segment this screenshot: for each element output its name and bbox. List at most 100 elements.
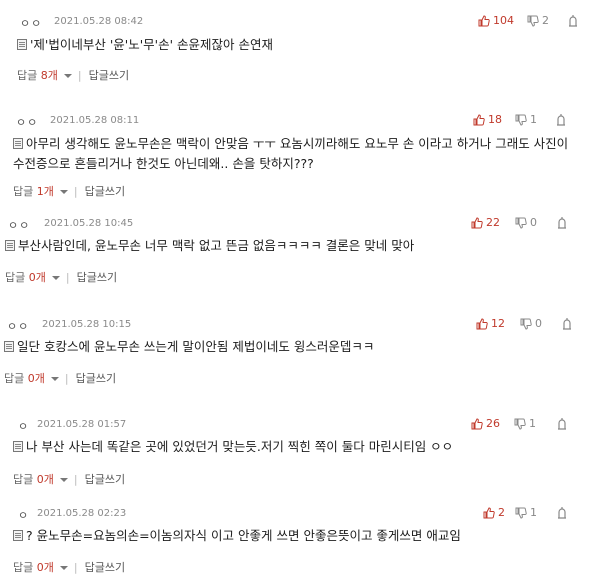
- document-icon: [5, 240, 15, 251]
- like-count: 18: [488, 113, 502, 126]
- dislike-button[interactable]: 1: [515, 506, 537, 519]
- thumbs-down-icon: [515, 507, 527, 519]
- report-icon[interactable]: [556, 417, 568, 431]
- report-icon[interactable]: [555, 113, 567, 127]
- thumbs-up-icon: [478, 14, 490, 26]
- comment-meta: ㅇ 2021.05.28 02:23 2 1: [0, 506, 600, 522]
- divider: |: [77, 68, 82, 82]
- divider: |: [65, 270, 70, 284]
- dislike-button[interactable]: 2: [527, 14, 549, 27]
- reply-count: 0개: [36, 473, 54, 486]
- reply-count: 8개: [40, 69, 58, 82]
- comment-author[interactable]: ㅇㅇ: [16, 114, 38, 130]
- comment-meta: ㅇㅇ 2021.05.28 08:11 18 1: [0, 113, 600, 129]
- comment-author[interactable]: ㅇㅇ: [20, 15, 42, 31]
- thumbs-up-icon: [471, 216, 483, 228]
- like-count: 2: [498, 506, 505, 519]
- write-reply-link[interactable]: 답글쓰기: [89, 67, 129, 83]
- dislike-button[interactable]: 0: [515, 216, 537, 229]
- chevron-down-icon: [50, 377, 59, 381]
- like-button[interactable]: 26: [471, 417, 500, 430]
- thumbs-down-icon: [514, 418, 526, 430]
- like-button[interactable]: 22: [471, 216, 500, 229]
- dislike-count: 1: [530, 506, 537, 519]
- reply-toggle[interactable]: 답글 8개: [17, 67, 78, 83]
- like-count: 104: [493, 14, 514, 27]
- comment-author[interactable]: ㅇㅇ: [8, 217, 30, 233]
- comment-text: '제'법이네부산 '윤'노'무'손' 손윤제잖아 손연재: [17, 35, 273, 55]
- reply-toggle[interactable]: 답글 1개: [13, 183, 74, 199]
- like-button[interactable]: 18: [473, 113, 502, 126]
- comment-text: ? 윤노무손=요놈의손=이놈의자식 이고 안좋게 쓰면 안좋은뜻이고 좋게쓰면 …: [13, 526, 461, 546]
- comment-text: 아무리 생각해도 윤노무손은 맥락이 안맞음 ㅜㅜ 요놈시끼라해도 요노무 손 …: [13, 136, 569, 171]
- comment-date: 2021.05.28 02:23: [37, 508, 127, 519]
- like-button[interactable]: 104: [478, 14, 514, 27]
- report-icon[interactable]: [567, 14, 579, 28]
- like-count: 12: [491, 317, 505, 330]
- dislike-button[interactable]: 1: [515, 113, 537, 126]
- chevron-down-icon: [59, 566, 68, 570]
- thumbs-up-icon: [471, 417, 483, 429]
- reply-count: 0개: [28, 271, 46, 284]
- write-reply-link[interactable]: 답글쓰기: [85, 559, 125, 575]
- comment-author[interactable]: ㅇ: [18, 507, 29, 523]
- divider: |: [73, 472, 78, 486]
- chevron-down-icon: [51, 276, 60, 280]
- reply-toggle[interactable]: 답글 0개: [5, 269, 66, 285]
- divider: |: [73, 560, 78, 574]
- report-icon[interactable]: [556, 506, 568, 520]
- comment-date: 2021.05.28 08:42: [54, 16, 144, 27]
- dislike-button[interactable]: 0: [520, 317, 542, 330]
- dislike-count: 1: [529, 417, 536, 430]
- comment-author[interactable]: ㅇ: [18, 418, 29, 434]
- chevron-down-icon: [59, 190, 68, 194]
- comment-actions: 답글 0개 | 답글쓰기: [13, 559, 125, 575]
- comment-date: 2021.05.28 10:45: [44, 218, 134, 229]
- thumbs-up-icon: [473, 113, 485, 125]
- comment-date: 2021.05.28 01:57: [37, 419, 127, 430]
- reply-count: 1개: [36, 185, 54, 198]
- like-button[interactable]: 2: [483, 506, 505, 519]
- reply-toggle[interactable]: 답글 0개: [13, 471, 74, 487]
- report-icon[interactable]: [561, 317, 573, 331]
- reply-toggle[interactable]: 답글 0개: [4, 370, 65, 386]
- comment-author[interactable]: ㅇㅇ: [7, 318, 29, 334]
- dislike-count: 0: [530, 216, 537, 229]
- document-icon: [17, 39, 27, 50]
- comment-actions: 답글 8개 | 답글쓰기: [17, 67, 129, 83]
- report-icon[interactable]: [556, 216, 568, 230]
- document-icon: [13, 530, 23, 541]
- comment-date: 2021.05.28 10:15: [42, 319, 132, 330]
- comment-actions: 답글 1개 | 답글쓰기: [13, 183, 125, 199]
- write-reply-link[interactable]: 답글쓰기: [85, 471, 125, 487]
- reply-count: 0개: [36, 561, 54, 574]
- reply-toggle[interactable]: 답글 0개: [13, 559, 74, 575]
- comment-date: 2021.05.28 08:11: [50, 115, 140, 126]
- thumbs-up-icon: [476, 317, 488, 329]
- dislike-button[interactable]: 1: [514, 417, 536, 430]
- like-button[interactable]: 12: [476, 317, 505, 330]
- divider: |: [73, 184, 78, 198]
- write-reply-link[interactable]: 답글쓰기: [77, 269, 117, 285]
- dislike-count: 2: [542, 14, 549, 27]
- reply-count: 0개: [27, 372, 45, 385]
- chevron-down-icon: [59, 478, 68, 482]
- thumbs-up-icon: [483, 506, 495, 518]
- comment-actions: 답글 0개 | 답글쓰기: [4, 370, 116, 386]
- comment-actions: 답글 0개 | 답글쓰기: [5, 269, 117, 285]
- thumbs-down-icon: [515, 217, 527, 229]
- thumbs-down-icon: [520, 318, 532, 330]
- like-count: 22: [486, 216, 500, 229]
- chevron-down-icon: [63, 74, 72, 78]
- write-reply-link[interactable]: 답글쓰기: [85, 183, 125, 199]
- write-reply-link[interactable]: 답글쓰기: [76, 370, 116, 386]
- document-icon: [13, 441, 23, 452]
- document-icon: [13, 138, 23, 149]
- comment-actions: 답글 0개 | 답글쓰기: [13, 471, 125, 487]
- comment-meta: ㅇ 2021.05.28 01:57 26 1: [0, 417, 600, 433]
- thumbs-down-icon: [515, 114, 527, 126]
- comment-meta: ㅇㅇ 2021.05.28 08:42 104 2: [0, 14, 600, 30]
- comment-meta: ㅇㅇ 2021.05.28 10:45 22 0: [0, 216, 600, 232]
- divider: |: [64, 371, 69, 385]
- comment-text: 일단 호캉스에 윤노무손 쓰는게 말이안됨 제법이네도 윙스러운뎁ㅋㅋ: [4, 337, 374, 357]
